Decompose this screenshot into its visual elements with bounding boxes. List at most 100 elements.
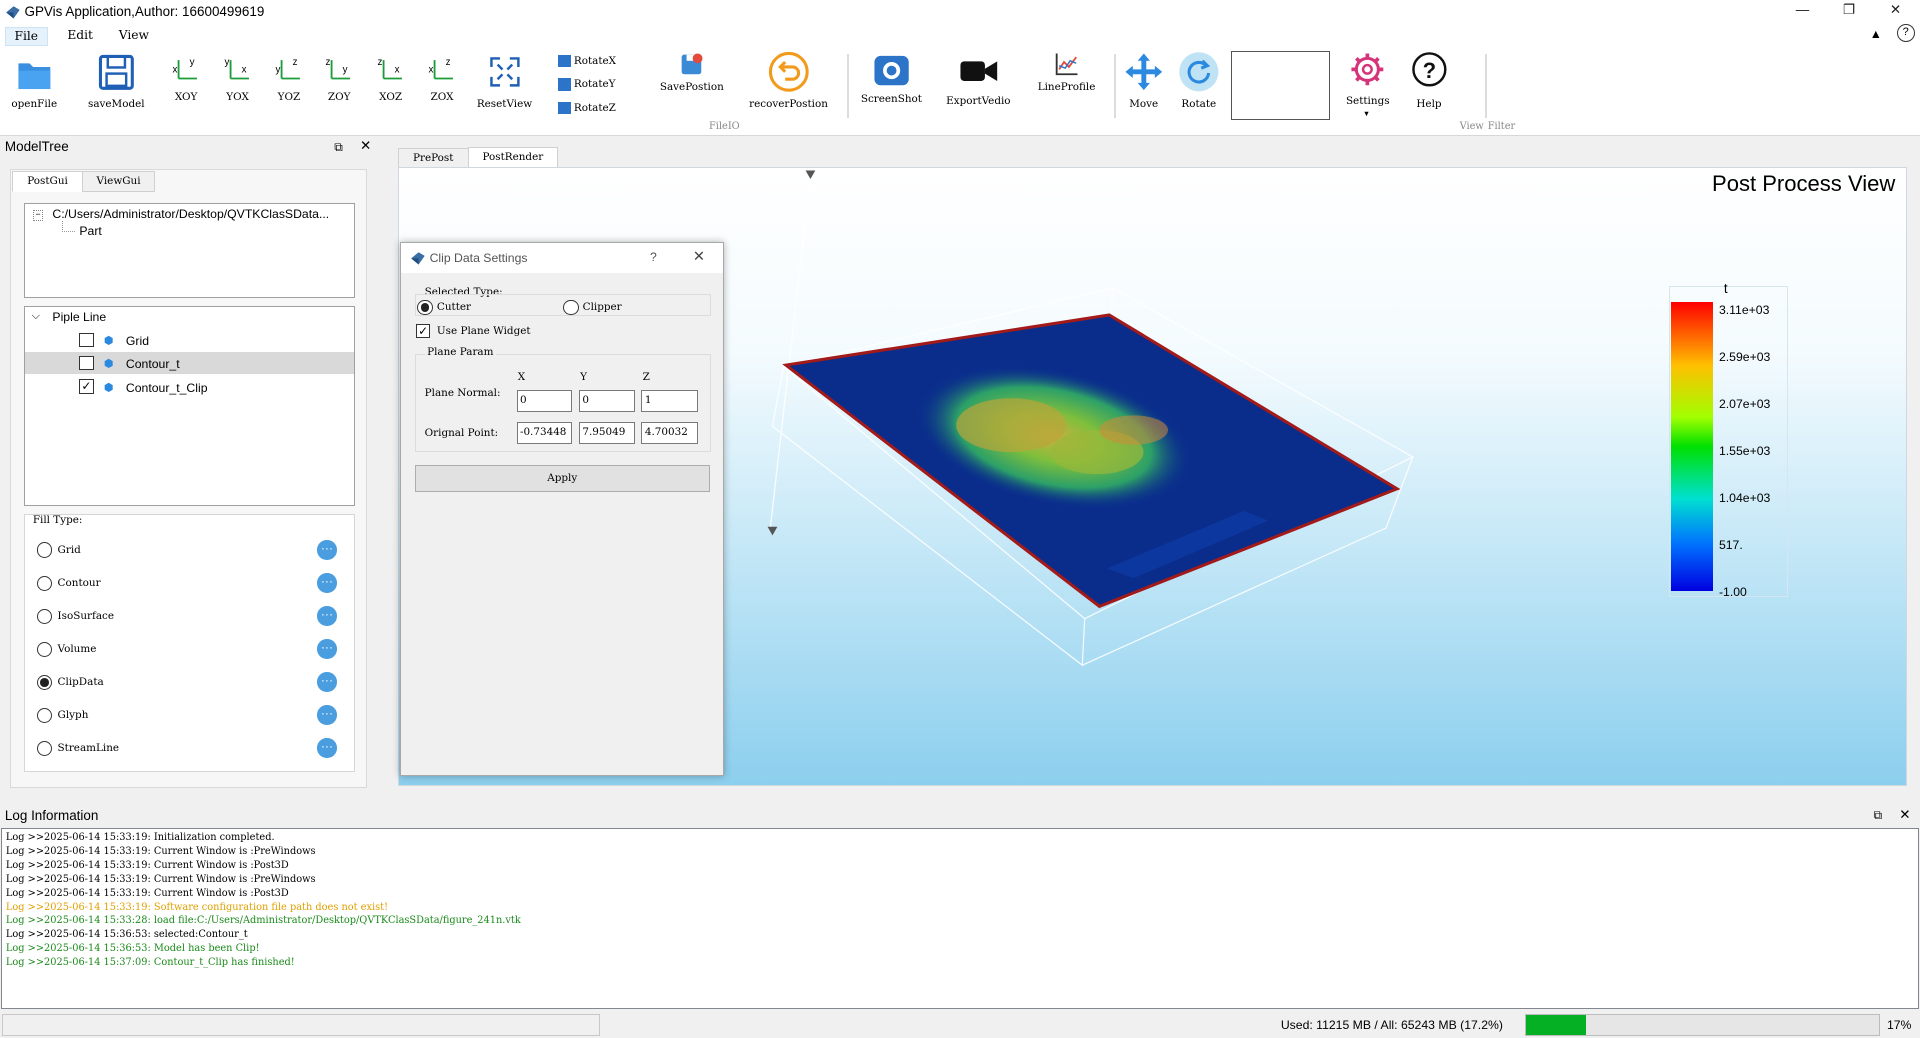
more-options-icon[interactable]: ···	[317, 639, 337, 659]
clipper-label: Clipper	[582, 300, 622, 313]
clipper-radio[interactable]	[563, 299, 579, 316]
view-yox-button[interactable]: yx YOX	[220, 49, 254, 118]
close-panel-icon[interactable]: ✕	[1899, 807, 1910, 823]
rotate-z-button[interactable]: RotateZ	[558, 101, 616, 114]
tab-postgui[interactable]: PostGui	[12, 171, 83, 192]
normal-z-input[interactable]: 1	[641, 390, 698, 413]
plane-normal-label: Plane Normal:	[424, 386, 501, 399]
title-bar: GPVis Application,Author: 16600499619 — …	[0, 0, 1920, 25]
normal-x-input[interactable]: 0	[516, 390, 572, 413]
origin-z-input[interactable]: 4.70032	[641, 422, 698, 445]
more-options-icon[interactable]: ···	[317, 738, 337, 758]
menu-edit[interactable]: Edit	[59, 27, 102, 44]
menu-file[interactable]: File	[4, 26, 48, 47]
float-panel-icon[interactable]: ⧉	[1873, 808, 1882, 823]
rotate-y-button[interactable]: RotateY	[558, 78, 616, 91]
about-help-icon[interactable]: ?	[1896, 24, 1915, 43]
recover-position-button[interactable]: recoverPostion	[742, 49, 835, 118]
view-xoz-button[interactable]: zx XOZ	[373, 49, 407, 118]
expand-chevron-icon[interactable]: ⌵	[32, 310, 40, 323]
open-file-button[interactable]: openFile	[7, 49, 61, 118]
more-options-icon[interactable]: ···	[317, 672, 337, 692]
log-line: Log >>2025-06-14 15:33:19: Current Windo…	[5, 860, 289, 872]
origin-x-input[interactable]: -0.73448	[516, 422, 572, 445]
line-profile-button[interactable]: LineProfile	[1029, 49, 1105, 98]
model-tree-title: ModelTree	[0, 138, 380, 157]
fill-type-radio-contour[interactable]	[36, 575, 53, 591]
export-video-button[interactable]: ExportVedio	[940, 49, 1016, 110]
scalar-bar-title: t	[1723, 281, 1728, 297]
pipeline-item-grid[interactable]: ⬢ Grid	[25, 330, 353, 352]
close-panel-icon[interactable]: ✕	[360, 138, 371, 154]
move-arrows-icon	[1125, 53, 1163, 91]
more-options-icon[interactable]: ···	[317, 606, 337, 626]
more-options-icon[interactable]: ···	[317, 573, 337, 593]
use-plane-widget-checkbox[interactable]: ✓	[416, 324, 431, 339]
svg-text:?: ?	[1422, 58, 1435, 83]
maximize-button[interactable]: ❐	[1840, 2, 1857, 19]
rotate-x-button[interactable]: RotateX	[558, 55, 616, 68]
dropdown-arrow-icon: ▼	[1362, 108, 1371, 118]
svg-text:y: y	[224, 57, 229, 68]
more-options-icon[interactable]: ···	[317, 705, 337, 725]
tree-file-path[interactable]: C:/Users/Administrator/Desktop/QVTKClasS…	[52, 207, 329, 221]
fill-type-radio-grid[interactable]	[36, 542, 53, 558]
more-options-icon[interactable]: ···	[317, 540, 337, 560]
menu-view[interactable]: View	[110, 27, 157, 44]
svg-text:x: x	[394, 64, 399, 75]
dialog-close-button[interactable]: ✕	[693, 248, 705, 265]
pipeline-item-contour-t[interactable]: ⬢ Contour_t	[25, 352, 354, 375]
view-yoz-button[interactable]: yz YOZ	[272, 49, 306, 118]
collapse-ribbon-icon[interactable]: ▲	[1870, 27, 1882, 41]
float-panel-icon[interactable]: ⧉	[334, 140, 343, 155]
help-button[interactable]: ? Help	[1406, 49, 1453, 118]
dialog-help-button[interactable]: ?	[650, 250, 657, 264]
camera-icon	[874, 56, 909, 86]
axis-zox-icon: xz	[429, 57, 454, 80]
view-zoy-button[interactable]: zy ZOY	[322, 49, 356, 118]
fill-type-radio-isosurface[interactable]	[36, 608, 53, 625]
app-logo-icon	[6, 6, 20, 19]
log-output[interactable]: Log >>2025-06-14 15:33:19: Initializatio…	[1, 827, 1919, 1009]
apply-button[interactable]: Apply	[414, 465, 710, 492]
cutter-radio[interactable]	[417, 299, 433, 316]
tree-expand-icon[interactable]: −	[32, 210, 44, 221]
group-label-fileio: FileIO	[708, 121, 740, 133]
log-title: Log Information	[0, 806, 1920, 826]
normal-y-input[interactable]: 0	[578, 390, 636, 413]
pipeline-item-contour-t-clip[interactable]: ✓ ⬢ Contour_t_Clip	[25, 377, 353, 399]
gear-icon	[1351, 53, 1384, 86]
save-position-button[interactable]: SavePostion	[654, 49, 730, 98]
origin-y-input[interactable]: 7.95049	[578, 422, 636, 445]
file-tree: − C:/Users/Administrator/Desktop/QVTKCla…	[24, 203, 355, 299]
view-xoy-button[interactable]: xy XOY	[169, 49, 203, 118]
tab-viewgui[interactable]: ViewGui	[82, 171, 156, 192]
color-ramp	[1671, 302, 1713, 592]
tab-prepost[interactable]: PrePost	[397, 148, 469, 169]
move-button[interactable]: Move	[1119, 49, 1168, 118]
rotate-button[interactable]: Rotate	[1173, 49, 1224, 118]
legend-tick-label: 2.59e+03	[1718, 350, 1771, 365]
close-window-button[interactable]: ✕	[1887, 2, 1904, 19]
save-model-button[interactable]: saveModel	[86, 49, 147, 118]
screenshot-button[interactable]: ScreenShot	[857, 49, 926, 110]
svg-text:x: x	[173, 64, 178, 75]
pipeline-checkbox[interactable]	[79, 332, 94, 348]
tab-postrender[interactable]: PostRender	[467, 146, 558, 169]
svg-text:x: x	[429, 64, 434, 75]
svg-text:y: y	[343, 64, 348, 75]
settings-button[interactable]: Settings ▼	[1340, 49, 1396, 120]
cube-icon: ⬢	[103, 381, 114, 394]
reset-view-button[interactable]: ResetView	[475, 49, 534, 118]
rotate-arrow-icon	[1179, 52, 1219, 92]
view-zox-button[interactable]: xz ZOX	[425, 49, 459, 118]
cube-icon: ⬢	[103, 358, 114, 371]
status-message-area	[2, 1013, 600, 1036]
minimize-button[interactable]: —	[1794, 2, 1811, 19]
legend-tick-label: 3.11e+03	[1718, 303, 1770, 318]
tree-item-part[interactable]: Part	[79, 224, 101, 238]
pipeline-checkbox[interactable]	[79, 356, 94, 371]
legend-tick-label: 1.04e+03	[1718, 491, 1771, 506]
pipeline-checkbox-checked[interactable]: ✓	[79, 379, 94, 394]
svg-text:x: x	[241, 64, 246, 75]
